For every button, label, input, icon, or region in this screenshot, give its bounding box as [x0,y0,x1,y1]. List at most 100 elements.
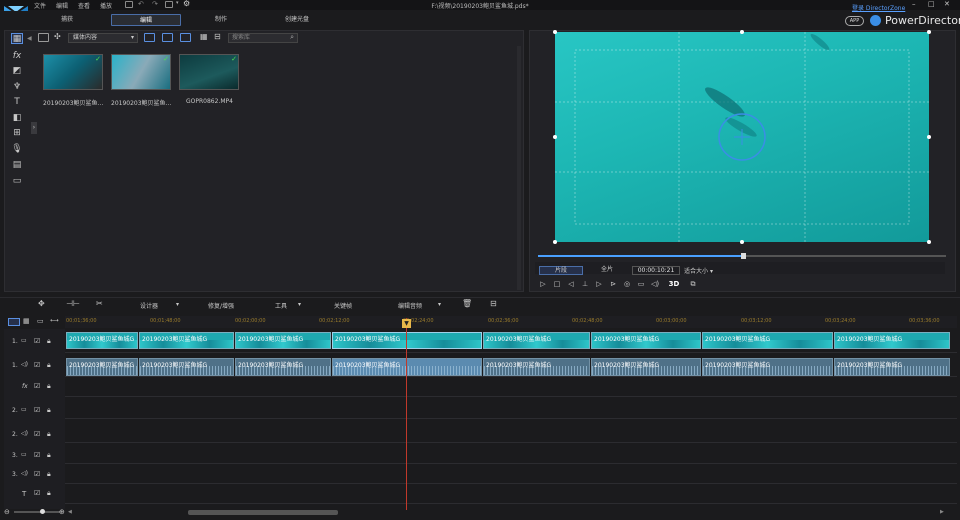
tab-edit[interactable]: 编辑 [111,14,181,26]
next-frame-icon[interactable]: ▷ [594,280,604,289]
fix-enhance-button[interactable]: 修复/增强 [208,301,234,310]
scroll-right-icon[interactable]: ▶ [940,509,944,515]
media-filter-select[interactable]: 媒体内容 ▾ [68,33,138,43]
track-enable-checkbox[interactable]: ☑ [34,489,40,497]
track-enable-checkbox[interactable]: ☑ [34,382,40,390]
zoom-out-icon[interactable]: ⊖ [4,508,10,516]
particle-room-icon[interactable]: ♆ [11,82,23,93]
plugin-icon[interactable]: ✣ [54,32,61,41]
chevron-left-icon[interactable]: ◀ [27,35,32,42]
resize-handle-bl[interactable] [553,240,557,244]
fit-select[interactable]: 适合大小 ▾ [684,266,713,275]
edit-audio-button[interactable]: 编辑音频 [398,301,422,310]
media-room-icon[interactable]: ▦ [11,33,23,44]
undock-icon[interactable]: ⧉ [688,280,698,289]
keyframe-button[interactable]: 关键帧 [334,301,352,310]
video-clip[interactable]: 20190203鲍贝鲨鱼城G [702,332,833,349]
playhead-handle[interactable]: ▼ [402,319,411,328]
minimize-icon[interactable]: – [912,0,916,8]
video-filter-icon[interactable] [144,33,155,42]
zoom-in-icon[interactable]: ⊕ [59,508,65,516]
audio-clip[interactable]: 20190203鲍贝鲨鱼城G [834,358,950,376]
resize-handle-r[interactable] [927,135,931,139]
timeline-scrollbar[interactable] [188,510,338,515]
transition-room-icon[interactable]: ◧ [11,113,23,124]
tools-icon[interactable]: ✥ [38,299,45,308]
split-icon[interactable]: ⊥ [580,280,590,289]
timeline-options-icon[interactable]: ⊟ [490,299,497,308]
lock-icon[interactable]: 🔒︎ [47,406,51,415]
video-clip[interactable]: 20190203鲍贝鲨鱼城G [139,332,234,349]
stop-icon[interactable]: □ [552,280,562,289]
chevron-down-icon[interactable]: ▾ [176,301,179,308]
import-media-icon[interactable] [38,33,49,42]
scissors-icon[interactable]: ✂ [96,299,103,308]
preview-scrub-knob[interactable] [741,253,746,259]
lock-icon[interactable]: 🔒︎ [47,451,51,460]
tab-capture[interactable]: 捕获 [32,14,102,26]
resize-handle-t[interactable] [740,30,744,34]
video-clip[interactable]: 20190203鲍贝鲨鱼城G [235,332,331,349]
track-enable-checkbox[interactable]: ☑ [34,470,40,478]
resize-handle-tl[interactable] [553,30,557,34]
play-icon[interactable]: ▷ [538,280,548,289]
chevron-down-icon[interactable]: ▾ [438,301,441,308]
timecode-display[interactable]: 00:00:10:21 [632,266,680,275]
chapter-room-icon[interactable]: ▤ [11,160,23,171]
track-enable-checkbox[interactable]: ☑ [34,451,40,459]
title-room-icon[interactable]: T [11,97,23,108]
sort-icon[interactable]: ⊟ [214,32,221,41]
library-search-input[interactable]: 搜索库 ⌕ [228,33,298,43]
lock-icon[interactable]: 🔒︎ [47,361,51,370]
video-clip[interactable]: 20190203鲍贝鲨鱼城G [483,332,590,349]
lock-icon[interactable]: 🔒︎ [47,470,51,479]
resize-handle-br[interactable] [927,240,931,244]
tab-produce[interactable]: 制作 [186,14,256,26]
trash-icon[interactable]: 🗑 [462,299,472,308]
track-enable-checkbox[interactable]: ☑ [34,406,40,414]
prev-frame-icon[interactable]: ◁ [566,280,576,289]
video-clip[interactable]: 20190203鲍贝鲨鱼城G [834,332,950,349]
fx-room-icon[interactable]: fx [11,51,23,62]
tab-movie[interactable]: 全片 [585,266,629,275]
track-enable-checkbox[interactable]: ☑ [34,337,40,345]
audio-clip-selected[interactable]: 20190203鲍贝鲨鱼城G [332,358,482,376]
lock-icon[interactable]: 🔒︎ [47,337,51,346]
tools-button[interactable]: 工具 [275,301,287,310]
maximize-icon[interactable]: □ [928,0,935,8]
scroll-left-icon[interactable]: ◀ [68,509,72,515]
timeline-zoom-slider[interactable] [14,511,60,513]
video-clip[interactable]: 20190203鲍贝鲨鱼城G [591,332,701,349]
tab-create-disc[interactable]: 创建光盘 [262,14,332,26]
audio-clip[interactable]: 20190203鲍贝鲨鱼城G [591,358,701,376]
split-track-icon[interactable]: ⊣⊢ [66,299,80,308]
media-thumbnail-2[interactable]: ✓ [111,54,171,90]
storyboard-view-icon[interactable]: ▦ [23,317,30,325]
tab-clip[interactable]: 片段 [539,266,583,275]
audio-filter-icon[interactable] [180,33,191,42]
grid-view-icon[interactable]: ▦ [200,32,208,41]
track-enable-checkbox[interactable]: ☑ [34,430,40,438]
chevron-down-icon[interactable]: ▾ [298,301,301,308]
audio-clip[interactable]: 20190203鲍贝鲨鱼城G [702,358,833,376]
3d-mode-button[interactable]: 3D [666,280,682,289]
image-filter-icon[interactable] [162,33,173,42]
tracks-view-icon[interactable]: ▭ [37,317,44,325]
designer-button[interactable]: 设计器 [140,301,158,310]
audio-clip[interactable]: 20190203鲍贝鲨鱼城G [235,358,331,376]
fit-timeline-icon[interactable]: ⟷ [50,317,59,324]
resize-handle-l[interactable] [553,135,557,139]
display-icon[interactable]: ▭ [636,280,646,289]
microphone-icon[interactable]: 🎙 [11,144,23,155]
audio-clip[interactable]: 20190203鲍贝鲨鱼城G [66,358,138,376]
snapshot-icon[interactable]: ◎ [622,280,632,289]
lock-icon[interactable]: 🔒︎ [47,430,51,439]
video-clip-selected[interactable]: 20190203鲍贝鲨鱼城G [332,332,482,349]
volume-icon[interactable]: ◁) [650,280,660,289]
zoom-slider-knob[interactable] [40,509,45,514]
close-icon[interactable]: ✕ [944,0,950,8]
pip-room-icon[interactable]: ◩ [11,66,23,77]
media-thumbnail-1[interactable]: ✓ [43,54,103,90]
directorzone-login-link[interactable]: 登录 DirectorZone [852,3,905,12]
app-badge[interactable]: APP [845,16,864,26]
